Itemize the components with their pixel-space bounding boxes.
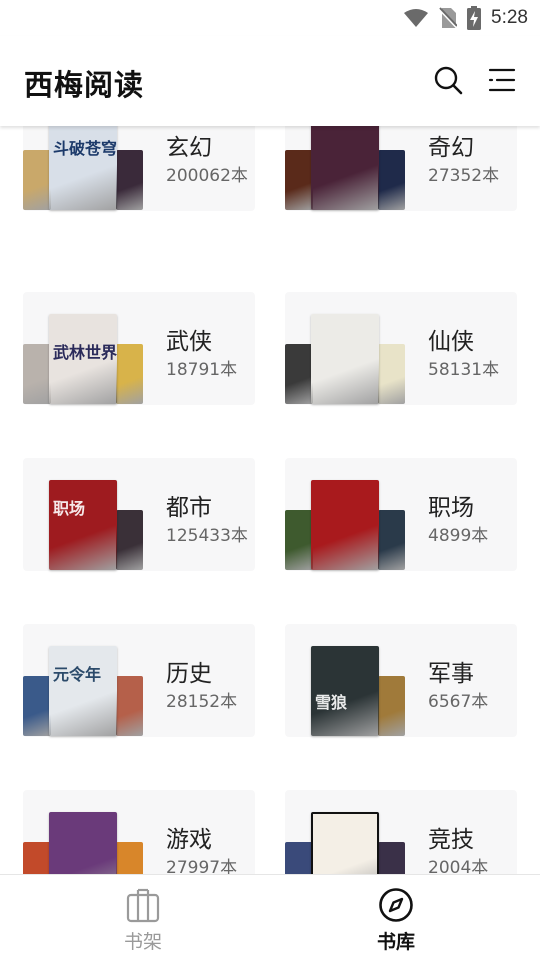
book-cover <box>116 150 143 210</box>
book-cover: 职场 <box>49 480 117 570</box>
book-cover <box>311 812 379 874</box>
nav-library-label: 书库 <box>376 931 415 953</box>
book-cover <box>285 150 313 210</box>
book-cover <box>23 150 51 210</box>
book-cover <box>311 480 379 570</box>
cover-title: 职场 <box>53 499 86 518</box>
category-name: 游戏 <box>166 827 212 853</box>
status-bar: 5:28 <box>0 0 540 36</box>
book-cover <box>23 842 51 874</box>
book-cover <box>378 676 405 736</box>
nav-library-tab[interactable]: 书库 <box>261 875 531 961</box>
bottom-nav: 书架 书库 <box>0 874 540 961</box>
book-cover <box>116 676 143 736</box>
category-count: 58131本 <box>428 360 500 380</box>
category-count: 28152本 <box>166 692 238 712</box>
book-cover <box>285 842 313 874</box>
book-cover <box>23 676 51 736</box>
book-cover <box>378 344 405 404</box>
book-cover <box>285 344 313 404</box>
book-cover <box>116 842 143 874</box>
book-cover <box>311 126 379 210</box>
category-name: 历史 <box>166 661 212 687</box>
category-count: 200062本 <box>166 166 248 186</box>
app-title: 西梅阅读 <box>24 68 145 102</box>
category-count: 27352本 <box>428 166 500 186</box>
category-grid[interactable]: 斗破苍穹 玄幻 200062本 奇幻 27352本 武林世界 武侠 18791本… <box>0 126 540 874</box>
book-cover: 武林世界 <box>49 314 117 404</box>
book-cover <box>285 676 313 736</box>
category-count: 125433本 <box>166 526 248 546</box>
category-count: 4899本 <box>428 526 489 546</box>
compass-icon <box>379 888 413 922</box>
cover-title: 武林世界 <box>53 343 117 362</box>
book-cover <box>49 812 117 874</box>
category-name: 都市 <box>166 495 212 521</box>
cover-title: 斗破苍穹 <box>53 139 117 158</box>
nav-bookshelf-label: 书架 <box>123 931 162 953</box>
category-card-zhichang[interactable]: 职场 4899本 <box>285 458 517 571</box>
category-name: 竞技 <box>428 827 474 853</box>
book-cover <box>378 150 405 210</box>
category-card-lishi[interactable]: 元令年 历史 28152本 <box>23 624 255 737</box>
category-card-jingji[interactable]: 竞技 2004本 <box>285 790 517 874</box>
book-cover <box>378 842 405 874</box>
book-cover: 雪狼 <box>311 646 379 736</box>
wifi-icon <box>404 9 429 27</box>
search-icon[interactable] <box>432 64 464 96</box>
category-name: 奇幻 <box>428 135 474 161</box>
category-card-junshi[interactable]: 雪狼 军事 6567本 <box>285 624 517 737</box>
category-count: 27997本 <box>166 858 238 874</box>
cover-title: 雪狼 <box>315 693 348 712</box>
category-name: 玄幻 <box>166 135 212 161</box>
cover-title: 元令年 <box>53 665 102 684</box>
category-name: 武侠 <box>166 329 212 355</box>
category-card-youxi[interactable]: 游戏 27997本 <box>23 790 255 874</box>
app-bar: 西梅阅读 <box>0 36 540 126</box>
no-sim-icon <box>439 7 458 29</box>
status-time: 5:28 <box>491 7 528 28</box>
book-cover: 元令年 <box>49 646 117 736</box>
book-cover <box>311 314 379 404</box>
book-cover <box>23 344 51 404</box>
book-cover <box>23 510 51 570</box>
bookshelf-icon <box>126 888 160 923</box>
category-name: 仙侠 <box>428 329 474 355</box>
category-count: 18791本 <box>166 360 238 380</box>
category-card-xuanhuan[interactable]: 斗破苍穹 玄幻 200062本 <box>23 126 255 211</box>
category-count: 6567本 <box>428 692 489 712</box>
book-cover: 斗破苍穹 <box>49 126 117 210</box>
book-cover <box>378 510 405 570</box>
category-name: 职场 <box>428 495 474 521</box>
battery-charging-icon <box>467 6 482 30</box>
book-cover <box>116 510 143 570</box>
nav-bookshelf-tab[interactable]: 书架 <box>8 875 278 961</box>
category-card-dushi[interactable]: 职场 都市 125433本 <box>23 458 255 571</box>
category-name: 军事 <box>428 661 474 687</box>
category-card-xianxia[interactable]: 仙侠 58131本 <box>285 292 517 405</box>
category-count: 2004本 <box>428 858 489 874</box>
category-card-wuxia[interactable]: 武林世界 武侠 18791本 <box>23 292 255 405</box>
book-cover <box>285 510 313 570</box>
book-cover <box>116 344 143 404</box>
category-card-qihuan[interactable]: 奇幻 27352本 <box>285 126 517 211</box>
menu-list-icon[interactable] <box>486 64 518 96</box>
